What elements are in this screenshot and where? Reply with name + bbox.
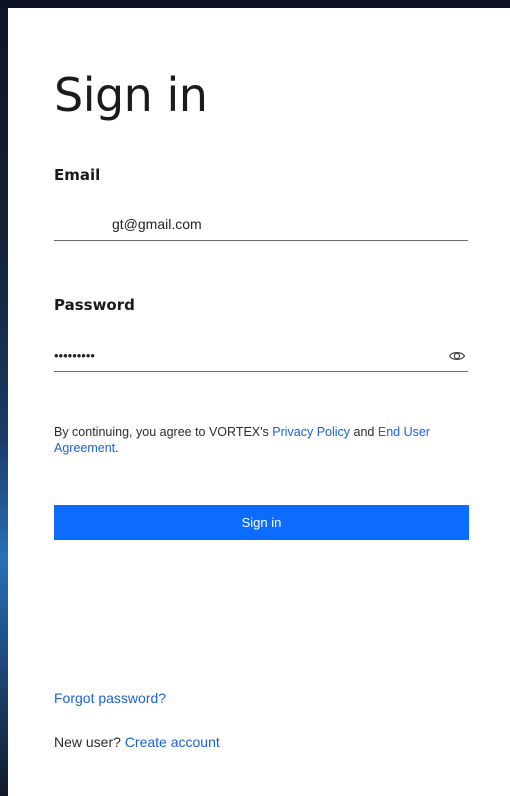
consent-middle: and xyxy=(350,425,378,439)
consent-suffix: . xyxy=(115,441,119,455)
password-field xyxy=(54,341,468,372)
email-label: Email xyxy=(54,166,101,184)
consent-prefix: By continuing, you agree to VORTEX's xyxy=(54,425,273,439)
new-user-row: New user? Create account xyxy=(54,734,220,750)
page-title: Sign in xyxy=(54,68,208,122)
window-frame: Sign in Email Password By continuing, yo… xyxy=(0,0,510,796)
email-input[interactable] xyxy=(54,210,468,238)
forgot-password-link[interactable]: Forgot password? xyxy=(54,690,166,706)
sign-in-panel: Sign in Email Password By continuing, yo… xyxy=(8,8,510,796)
privacy-policy-link[interactable]: Privacy Policy xyxy=(272,425,350,439)
email-field xyxy=(54,210,468,241)
password-input[interactable] xyxy=(54,341,434,369)
window-top-strip xyxy=(0,0,510,8)
password-label: Password xyxy=(54,296,135,314)
eye-icon[interactable] xyxy=(448,347,466,365)
consent-text: By continuing, you agree to VORTEX's Pri… xyxy=(54,424,464,456)
new-user-label: New user? xyxy=(54,734,125,750)
create-account-link[interactable]: Create account xyxy=(125,734,220,750)
sign-in-button[interactable]: Sign in xyxy=(54,505,469,540)
